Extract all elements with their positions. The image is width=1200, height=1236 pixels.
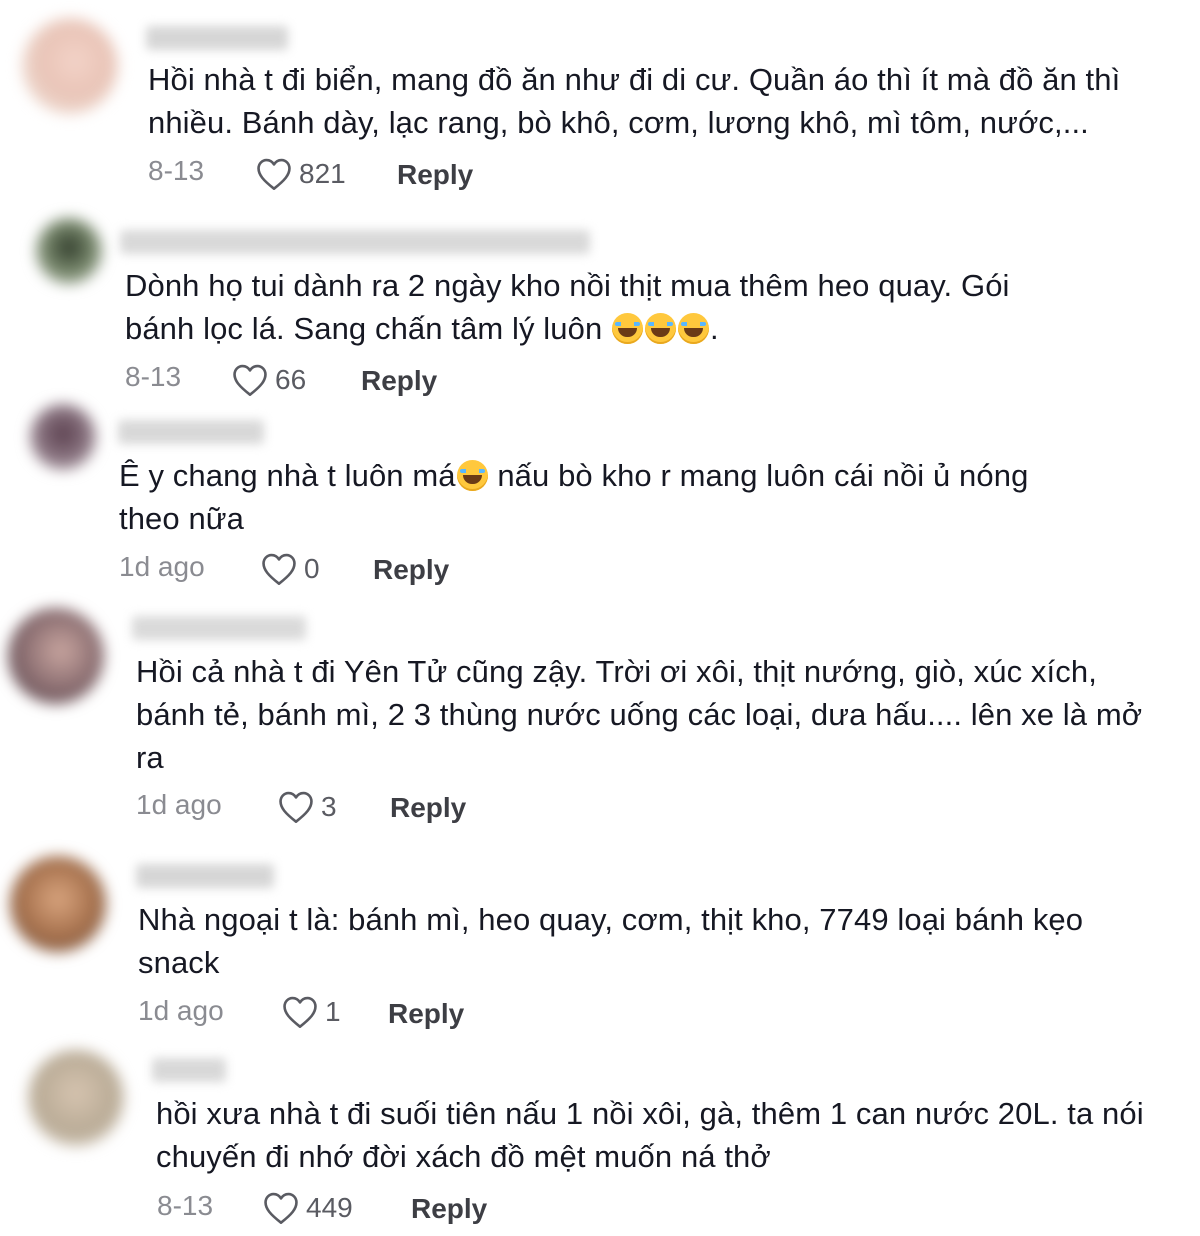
avatar[interactable] — [30, 404, 96, 470]
like-button[interactable]: 449 — [262, 1191, 353, 1225]
comment-text: Nhà ngoại t là: bánh mì, heo quay, cơm, … — [138, 902, 1084, 980]
heart-outline-icon — [257, 158, 291, 190]
heart-outline-icon — [279, 791, 313, 823]
like-count: 0 — [304, 553, 320, 584]
like-button[interactable]: 3 — [277, 790, 337, 824]
heart-outline-icon — [283, 996, 317, 1028]
username[interactable] — [152, 1058, 226, 1082]
avatar[interactable] — [28, 1050, 124, 1146]
avatar[interactable] — [10, 856, 106, 952]
comment-date: 8-13 — [125, 361, 182, 392]
like-button[interactable]: 821 — [255, 157, 346, 191]
face-with-tears-of-joy-icon — [456, 460, 488, 491]
comment-text: Hồi cả nhà t đi Yên Tử cũng zậy. Trời ơi… — [136, 654, 1143, 775]
like-count: 66 — [275, 364, 307, 395]
comment-text-part: Ê y chang nhà t luôn má — [119, 458, 456, 493]
reply-button[interactable]: Reply — [361, 365, 437, 397]
heart-outline-icon — [262, 553, 296, 585]
username[interactable] — [118, 420, 264, 444]
comment-text: Ê y chang nhà t luôn má nấu bò kho r man… — [119, 454, 1028, 540]
face-with-tears-of-joy-icon — [612, 313, 644, 344]
avatar[interactable] — [36, 218, 102, 284]
like-count: 821 — [299, 158, 346, 189]
like-count: 1 — [325, 996, 341, 1027]
heart-outline-icon — [233, 364, 267, 396]
face-with-tears-of-joy-icon — [645, 313, 677, 344]
face-with-tears-of-joy-icon — [678, 313, 710, 344]
heart-outline-icon — [264, 1192, 298, 1224]
reply-button[interactable]: Reply — [373, 554, 449, 586]
comment-text: Dònh họ tui dành ra 2 ngày kho nồi thịt … — [125, 264, 1010, 350]
comment-date: 1d ago — [119, 551, 205, 582]
reply-button[interactable]: Reply — [397, 159, 473, 191]
username[interactable] — [132, 616, 306, 640]
avatar[interactable] — [22, 18, 118, 114]
comment-date: 1d ago — [136, 789, 222, 820]
username[interactable] — [120, 230, 590, 254]
like-button[interactable]: 66 — [231, 363, 306, 397]
like-count: 3 — [321, 791, 337, 822]
comment-text: hồi xưa nhà t đi suối tiên nấu 1 nồi xôi… — [156, 1096, 1144, 1174]
comment-date: 1d ago — [138, 995, 224, 1026]
avatar[interactable] — [8, 608, 104, 704]
like-button[interactable]: 1 — [281, 995, 341, 1029]
comment-text: Hồi nhà t đi biển, mang đồ ăn như đi di … — [148, 62, 1121, 140]
username[interactable] — [146, 26, 288, 50]
reply-button[interactable]: Reply — [411, 1193, 487, 1225]
like-button[interactable]: 0 — [260, 552, 320, 586]
comment-date: 8-13 — [157, 1190, 214, 1221]
reply-button[interactable]: Reply — [390, 792, 466, 824]
reply-button[interactable]: Reply — [388, 998, 464, 1030]
username[interactable] — [136, 864, 274, 888]
comment-text-part: . — [710, 311, 719, 346]
comment-date: 8-13 — [148, 155, 205, 186]
comment-text-part: Dònh họ tui dành ra 2 ngày kho nồi thịt … — [125, 268, 1010, 346]
like-count: 449 — [306, 1192, 353, 1223]
